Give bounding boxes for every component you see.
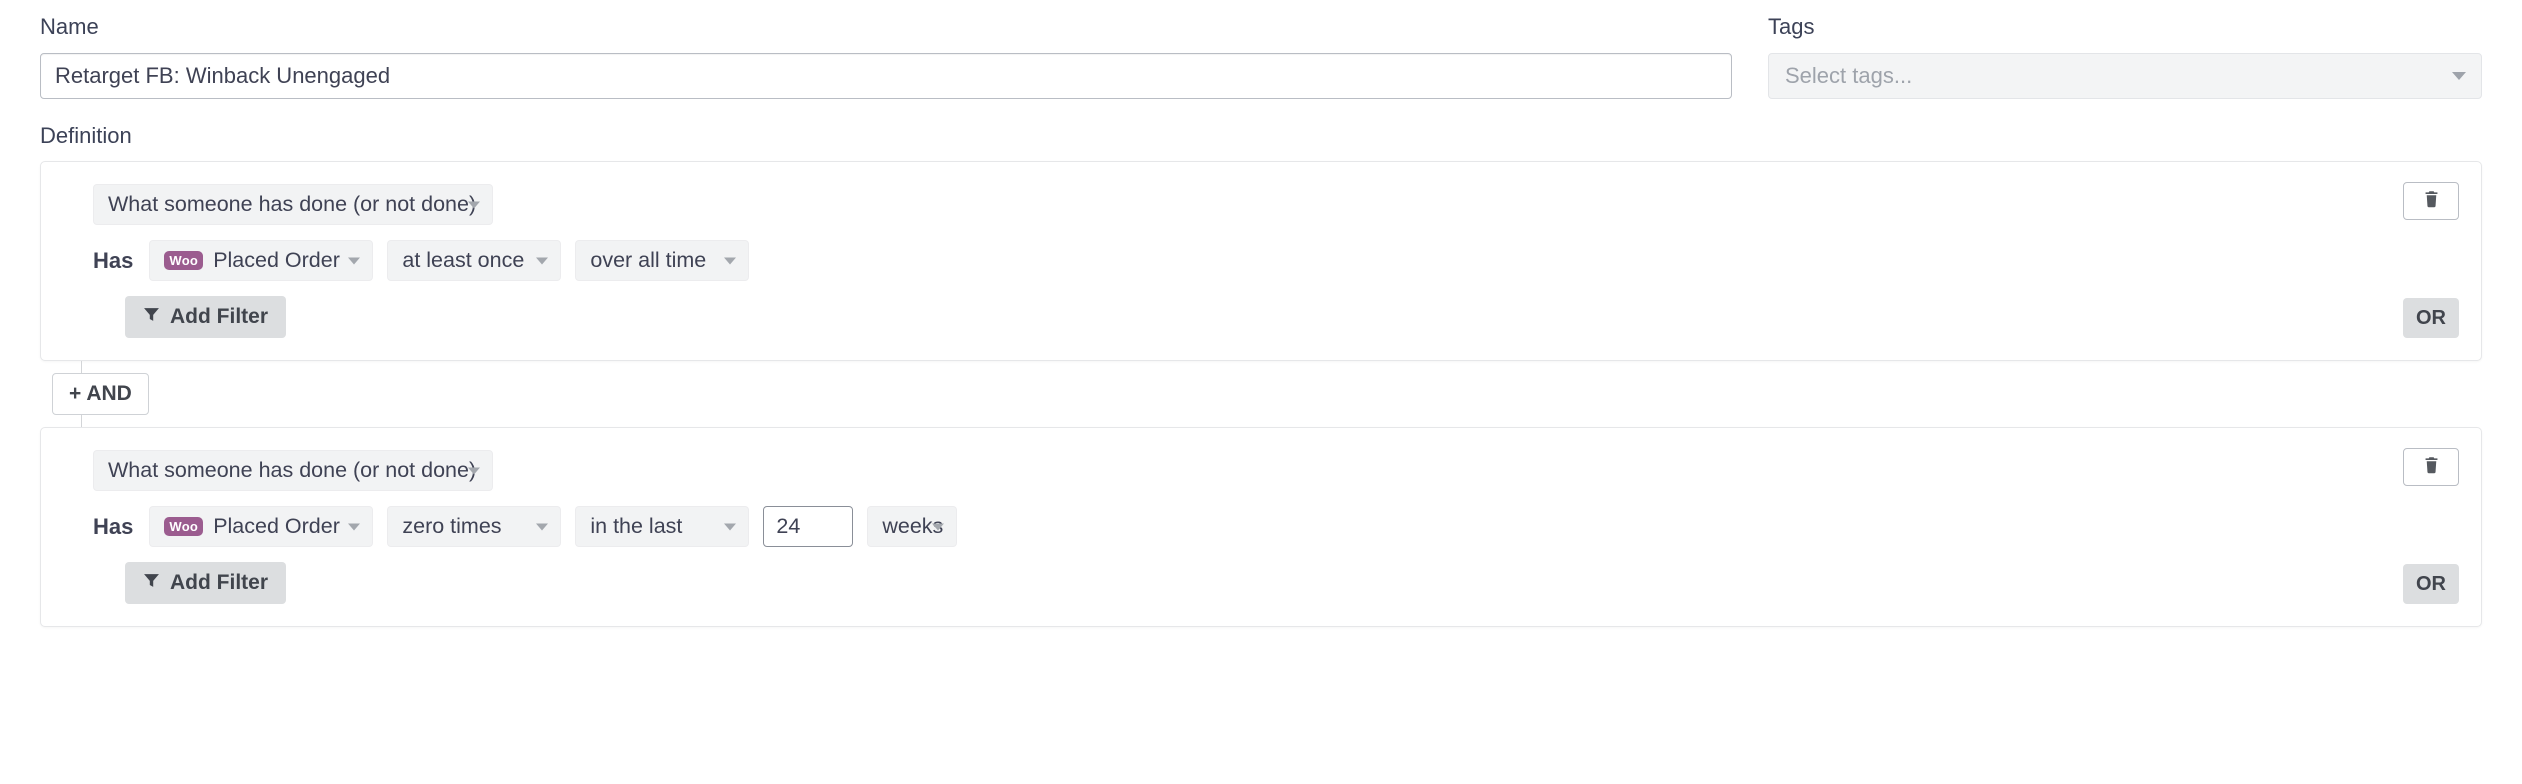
frequency-select[interactable]: zero times [387, 506, 561, 547]
or-operator-button[interactable]: OR [2403, 564, 2459, 604]
chevron-down-icon [2452, 72, 2466, 80]
tags-placeholder: Select tags... [1785, 63, 1912, 89]
woocommerce-icon: Woo [164, 251, 203, 270]
chevron-down-icon [348, 523, 360, 530]
chevron-down-icon [468, 467, 480, 474]
or-label: OR [2416, 573, 2446, 596]
condition-card: What someone has done (or not done) Has … [40, 161, 2482, 361]
frequency-select[interactable]: at least once [387, 240, 561, 281]
timeframe-unit-select[interactable]: weeks [867, 506, 957, 547]
chevron-down-icon [468, 201, 480, 208]
metric-select[interactable]: Woo Placed Order [149, 506, 373, 547]
timeframe-amount-input[interactable] [763, 506, 853, 547]
add-filter-button[interactable]: Add Filter [125, 296, 286, 338]
trash-icon [2422, 456, 2441, 478]
filter-icon [143, 305, 160, 329]
tags-select[interactable]: Select tags... [1768, 53, 2482, 99]
condition-builder: What someone has done (or not done) Has … [40, 161, 2482, 627]
add-filter-label: Add Filter [170, 305, 268, 329]
delete-condition-button[interactable] [2403, 182, 2459, 220]
condition-type-select[interactable]: What someone has done (or not done) [93, 184, 493, 225]
metric-value: Placed Order [213, 514, 340, 539]
form-top-row: Name Tags Select tags... [40, 0, 2482, 99]
add-filter-row: Add Filter [69, 562, 2457, 604]
filter-icon [143, 571, 160, 595]
segment-builder-page: Name Tags Select tags... Definition What… [0, 0, 2522, 784]
chevron-down-icon [348, 257, 360, 264]
condition-type-row: What someone has done (or not done) [69, 450, 2457, 491]
add-filter-row: Add Filter [69, 296, 2457, 338]
condition-type-select[interactable]: What someone has done (or not done) [93, 450, 493, 491]
condition-type-value: What someone has done (or not done) [108, 458, 476, 483]
chevron-down-icon [536, 257, 548, 264]
frequency-value: zero times [402, 514, 501, 539]
name-field-group: Name [40, 14, 1732, 99]
or-label: OR [2416, 307, 2446, 330]
condition-card: What someone has done (or not done) Has … [40, 427, 2482, 627]
tags-label: Tags [1768, 14, 2482, 40]
chevron-down-icon [724, 257, 736, 264]
condition-type-value: What someone has done (or not done) [108, 192, 476, 217]
definition-label: Definition [40, 123, 2482, 149]
chevron-down-icon [932, 523, 944, 530]
condition-detail-row: Has Woo Placed Order zero times in the l… [69, 506, 2457, 547]
metric-value: Placed Order [213, 248, 340, 273]
has-label: Has [93, 248, 133, 274]
timeframe-select[interactable]: over all time [575, 240, 749, 281]
woocommerce-icon: Woo [164, 517, 203, 536]
chevron-down-icon [724, 523, 736, 530]
name-label: Name [40, 14, 1732, 40]
add-filter-button[interactable]: Add Filter [125, 562, 286, 604]
add-filter-label: Add Filter [170, 571, 268, 595]
delete-condition-button[interactable] [2403, 448, 2459, 486]
add-and-label: + AND [69, 382, 132, 406]
segment-name-input[interactable] [40, 53, 1732, 99]
timeframe-select[interactable]: in the last [575, 506, 749, 547]
add-and-group-button[interactable]: + AND [52, 373, 149, 415]
has-label: Has [93, 514, 133, 540]
metric-select[interactable]: Woo Placed Order [149, 240, 373, 281]
timeframe-value: over all time [590, 248, 706, 273]
chevron-down-icon [536, 523, 548, 530]
timeframe-value: in the last [590, 514, 682, 539]
frequency-value: at least once [402, 248, 524, 273]
condition-detail-row: Has Woo Placed Order at least once over … [69, 240, 2457, 281]
and-connector: + AND [40, 361, 2482, 427]
or-operator-button[interactable]: OR [2403, 298, 2459, 338]
trash-icon [2422, 190, 2441, 212]
condition-type-row: What someone has done (or not done) [69, 184, 2457, 225]
tags-field-group: Tags Select tags... [1768, 14, 2482, 99]
